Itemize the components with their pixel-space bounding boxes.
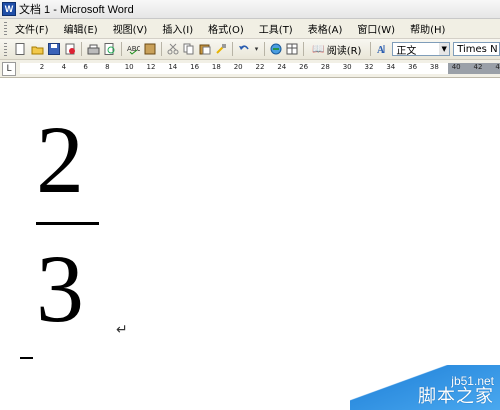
paste-icon[interactable] <box>199 43 211 56</box>
format-painter-icon[interactable] <box>215 43 227 56</box>
toolbar-grip-handle[interactable] <box>4 42 7 56</box>
cut-icon[interactable] <box>167 43 179 56</box>
fraction-denominator: 3 <box>36 235 84 342</box>
menu-edit[interactable]: 编辑(E) <box>62 20 100 37</box>
ruler-tick-label: 32 <box>364 63 374 71</box>
ruler-tick-label: 4 <box>61 63 67 71</box>
ruler-tick-label: 18 <box>211 63 221 71</box>
ruler-tick-label: 42 <box>473 63 483 71</box>
print-icon[interactable] <box>87 43 100 56</box>
ruler-tick-label: 40 <box>451 63 461 71</box>
fraction-bar <box>36 222 99 225</box>
new-document-icon[interactable] <box>15 43 27 56</box>
menu-grip-handle[interactable] <box>4 22 7 35</box>
ruler-tick-label: 12 <box>146 63 156 71</box>
reading-layout-label: 阅读(R) <box>326 45 362 57</box>
tab-selector[interactable]: L <box>2 62 16 76</box>
word-app-icon[interactable]: W <box>2 2 16 16</box>
menu-help[interactable]: 帮助(H) <box>408 20 447 37</box>
toolbar-separator <box>264 42 266 56</box>
menu-format[interactable]: 格式(O) <box>206 20 246 37</box>
ruler-tick-label: 8 <box>105 63 110 71</box>
title-bar: W 文档 1 - Microsoft Word <box>0 0 500 19</box>
toolbar-separator <box>160 42 162 56</box>
ruler-tick-label: 44 <box>495 63 500 71</box>
spelling-icon[interactable]: ABC <box>127 43 140 56</box>
standard-toolbar: ABC ▾ 📖 阅读(R) A 正文 ▼ Times N <box>0 39 500 60</box>
ruler-tick-label: 34 <box>386 63 396 71</box>
toolbar-separator <box>80 42 82 56</box>
chevron-down-icon[interactable]: ▼ <box>439 43 450 55</box>
menu-window[interactable]: 窗口(W) <box>355 20 397 37</box>
toolbar-separator <box>231 42 233 56</box>
menu-insert[interactable]: 插入(I) <box>160 20 195 37</box>
ruler-tick-label: 26 <box>299 63 309 71</box>
font-select-value: Times N <box>457 43 498 55</box>
undo-icon[interactable] <box>238 43 250 56</box>
insert-hyperlink-icon[interactable] <box>270 43 282 56</box>
copy-icon[interactable] <box>183 43 195 56</box>
fraction-numerator: 2 <box>36 106 84 213</box>
reading-layout-icon: 📖 <box>312 43 325 55</box>
insertion-cursor <box>20 357 33 359</box>
ruler-tick-label: 16 <box>190 63 200 71</box>
ruler-tick-label: 28 <box>320 63 330 71</box>
svg-text:ABC: ABC <box>127 45 140 53</box>
ruler-tick-label: 38 <box>429 63 439 71</box>
styles-formatting-icon[interactable]: A <box>376 43 388 56</box>
ruler-tick-label: 10 <box>124 63 134 71</box>
menu-tools[interactable]: 工具(T) <box>257 20 295 37</box>
print-preview-icon[interactable] <box>104 43 116 56</box>
watermark-badge: jb51.net 脚本之家 <box>350 365 500 410</box>
toolbar-separator <box>120 42 122 56</box>
permission-icon[interactable] <box>64 43 76 56</box>
ruler-tick-label: 20 <box>233 63 243 71</box>
undo-dropdown-icon[interactable]: ▾ <box>254 43 260 56</box>
menu-table[interactable]: 表格(A) <box>306 20 345 37</box>
window-title: 文档 1 - Microsoft Word <box>19 4 134 16</box>
paragraph-mark: ↵ <box>116 322 128 338</box>
ruler-tick-label: 30 <box>342 63 352 71</box>
ruler-tick-label: 24 <box>277 63 287 71</box>
reading-layout-button[interactable]: 📖 阅读(R) <box>309 41 364 58</box>
watermark-name: 脚本之家 <box>418 386 494 407</box>
document-page[interactable]: 2 3 ↵ <box>0 78 500 410</box>
style-select[interactable]: 正文 ▼ <box>392 42 451 57</box>
ruler-tick-label: 22 <box>255 63 265 71</box>
ruler-tick-label: 14 <box>168 63 178 71</box>
ruler-tick-label: 6 <box>83 63 88 71</box>
ruler-tick-label: 2 <box>39 63 45 71</box>
toolbar-separator <box>370 42 372 56</box>
open-folder-icon[interactable] <box>31 43 44 56</box>
save-icon[interactable] <box>47 43 60 56</box>
research-icon[interactable] <box>144 43 156 56</box>
menu-bar: 文件(F) 编辑(E) 视图(V) 插入(I) 格式(O) 工具(T) 表格(A… <box>0 19 500 39</box>
menu-view[interactable]: 视图(V) <box>111 20 150 37</box>
horizontal-ruler[interactable]: L 2 4 6 8 10 12 14 16 18 20 22 24 26 28 30 32 34 36 38 40 42… <box>0 60 500 78</box>
ruler-tick-label: 36 <box>408 63 418 71</box>
menu-file[interactable]: 文件(F) <box>13 20 51 37</box>
font-select[interactable]: Times N <box>453 42 500 56</box>
style-select-value: 正文 <box>396 45 417 57</box>
tables-borders-icon[interactable] <box>286 43 298 56</box>
toolbar-separator <box>303 42 305 56</box>
